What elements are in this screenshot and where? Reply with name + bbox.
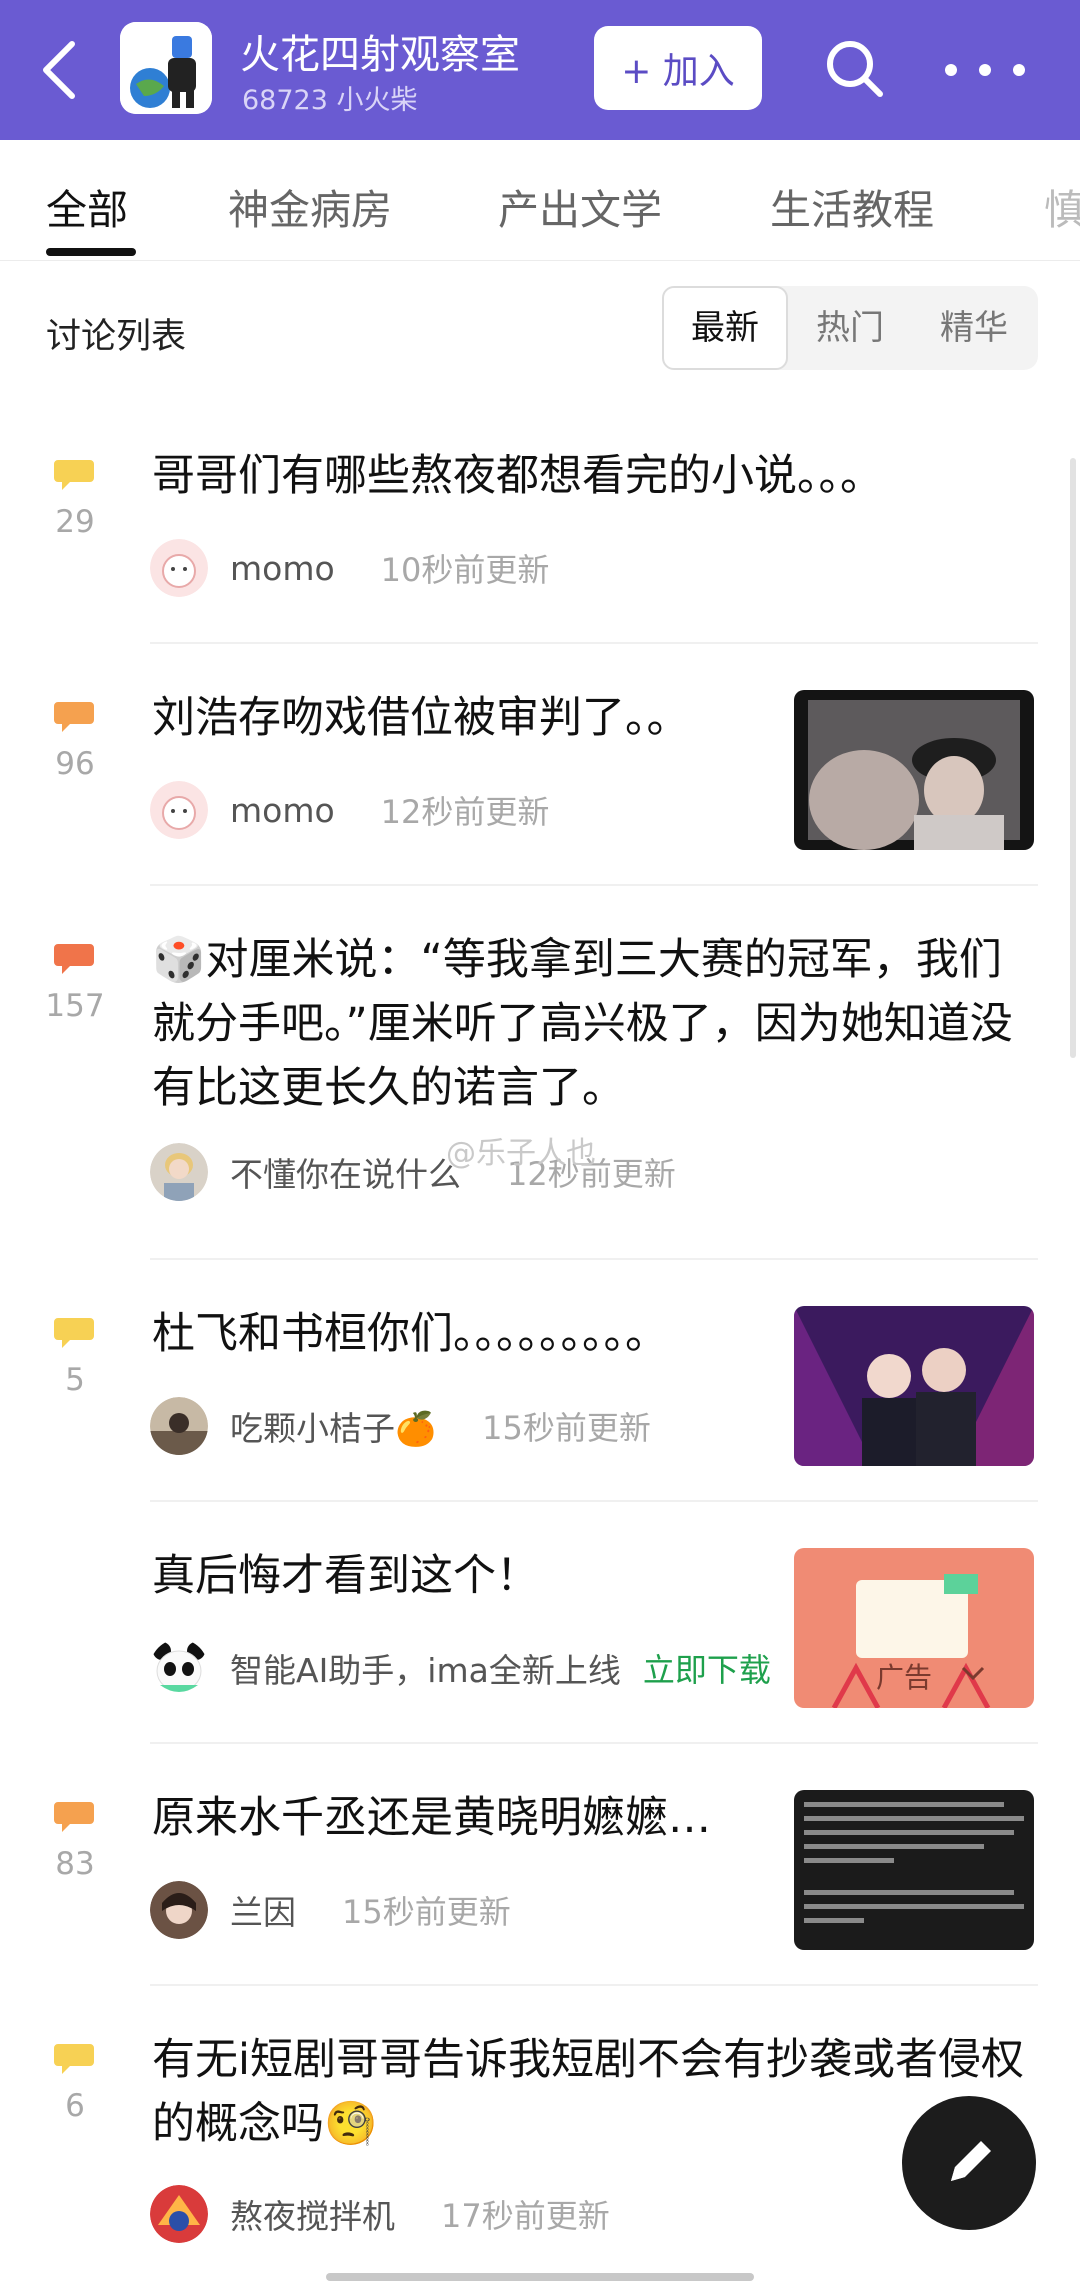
list-title: 讨论列表 (46, 317, 187, 357)
comment-bubble-icon (54, 1800, 94, 1832)
post-title[interactable]: 刘浩存吻戏借位被审判了。。 (152, 686, 762, 750)
comment-count: 29 (55, 504, 95, 540)
comment-bubble-icon (54, 700, 94, 732)
avatar[interactable] (150, 1881, 208, 1939)
tab-more[interactable]: 慎 (1044, 176, 1080, 236)
comment-bubble-icon (54, 942, 94, 974)
post-thumbnail[interactable] (794, 1306, 1034, 1466)
avatar[interactable] (150, 781, 208, 839)
post-meta: momo 12秒前更新 (150, 780, 549, 840)
post-title[interactable]: 哥哥们有哪些熬夜都想看完的小说。。。 (152, 444, 1032, 508)
sort-hot[interactable]: 热门 (788, 286, 912, 370)
comment-bubble-icon (54, 1316, 94, 1348)
comment-count: 157 (45, 988, 105, 1024)
divider (150, 1500, 1038, 1502)
comment-count: 5 (65, 1362, 85, 1398)
compose-button[interactable] (902, 2096, 1036, 2230)
tab-literature[interactable]: 产出文学 (498, 176, 662, 236)
group-title: 火花四射观察室 (240, 32, 520, 78)
join-button[interactable]: + 加入 (594, 26, 762, 110)
post-thumbnail[interactable] (794, 1790, 1034, 1950)
author-name[interactable]: 吃颗小桔子🍊 (230, 1402, 436, 1450)
avatar[interactable] (150, 539, 208, 597)
more-icon (945, 64, 957, 76)
post-item[interactable]: 29 哥哥们有哪些熬夜都想看完的小说。。。 momo 10秒前更新 (0, 440, 1080, 640)
author-name[interactable]: 熬夜搅拌机 (230, 2190, 395, 2238)
post-meta: momo 10秒前更新 (150, 538, 549, 598)
ad-thumbnail[interactable]: 广告 (794, 1548, 1034, 1708)
back-button[interactable] (28, 32, 88, 108)
avatar[interactable] (150, 1397, 208, 1455)
divider (150, 1984, 1038, 1986)
update-time: 12秒前更新 (380, 793, 550, 831)
search-icon (827, 41, 883, 97)
scrollbar[interactable] (1070, 458, 1076, 1058)
divider (150, 884, 1038, 886)
active-tab-indicator (46, 248, 136, 256)
sort-latest[interactable]: 最新 (662, 286, 788, 370)
download-link[interactable]: 立即下载 (643, 1645, 771, 1691)
home-indicator[interactable] (326, 2273, 754, 2281)
update-time: 10秒前更新 (380, 551, 550, 589)
avatar[interactable] (150, 2185, 208, 2243)
tab-life[interactable]: 生活教程 (770, 176, 934, 236)
post-meta: 不懂你在说什么 12秒前更新 (150, 1142, 676, 1202)
post-item[interactable]: 96 刘浩存吻戏借位被审判了。。 momo 12秒前更新 (0, 682, 1080, 882)
divider (150, 642, 1038, 644)
author-name[interactable]: 兰因 (230, 1886, 296, 1934)
comment-count: 83 (55, 1846, 95, 1882)
post-meta: 熬夜搅拌机 17秒前更新 (150, 2184, 610, 2244)
category-tabs: 全部 神金病房 产出文学 生活教程 慎 (0, 140, 1080, 261)
comment-count: 96 (55, 746, 95, 782)
post-meta: 智能AI助手，ima全新上线 立即下载 (150, 1638, 771, 1698)
author-name[interactable]: momo (230, 549, 335, 588)
post-title[interactable]: 真后悔才看到这个！ (152, 1544, 772, 1608)
divider (150, 1742, 1038, 1744)
ad-label[interactable]: 广告 (876, 1656, 932, 1696)
comment-bubble-icon (54, 2042, 94, 2074)
post-item[interactable]: 157 🎲对厘米说：“等我拿到三大赛的冠军，我们就分手吧。”厘米听了高兴极了，因… (0, 924, 1080, 1254)
tab-all[interactable]: 全部 (46, 176, 128, 236)
post-thumbnail[interactable] (794, 690, 1034, 850)
watermark: @乐子人也 (446, 1136, 596, 1171)
author-name[interactable]: 不懂你在说什么 (230, 1148, 461, 1196)
post-item[interactable]: 83 原来水千丞还是黄晓明嬷嬷… 兰因 15秒前更新 (0, 1782, 1080, 1982)
post-meta: 兰因 15秒前更新 (150, 1880, 511, 1940)
member-count: 68723 小火柴 (242, 85, 418, 116)
group-header: 火花四射观察室 68723 小火柴 + 加入 (0, 0, 1080, 140)
update-time: 15秒前更新 (342, 1893, 511, 1931)
panda-avatar (150, 1639, 208, 1697)
comment-bubble-icon (54, 458, 94, 490)
tab-shenjin[interactable]: 神金病房 (228, 176, 392, 236)
post-title[interactable]: 🎲对厘米说：“等我拿到三大赛的冠军，我们就分手吧。”厘米听了高兴极了，因为她知道… (152, 928, 1040, 1120)
pencil-icon (951, 2141, 991, 2181)
back-arrow-icon (43, 41, 75, 99)
chevron-down-icon[interactable] (960, 1664, 986, 1682)
group-avatar[interactable] (120, 22, 212, 114)
ad-source: 智能AI助手，ima全新上线 (230, 1651, 621, 1690)
post-item[interactable]: 5 杜飞和书桓你们。。。。。。。。。 吃颗小桔子🍊 15秒前更新 (0, 1298, 1080, 1498)
sort-switch: 最新 热门 精华 (662, 286, 1038, 370)
post-meta: 吃颗小桔子🍊 15秒前更新 (150, 1396, 651, 1456)
post-title[interactable]: 杜飞和书桓你们。。。。。。。。。 (152, 1302, 772, 1366)
search-button[interactable] (820, 34, 890, 104)
author-name[interactable]: momo (230, 791, 335, 830)
update-time: 15秒前更新 (482, 1409, 651, 1447)
ad-item[interactable]: 真后悔才看到这个！ 智能AI助手，ima全新上线 立即下载 广告 (0, 1540, 1080, 1740)
divider (150, 1258, 1038, 1260)
more-button[interactable] (945, 40, 1025, 100)
sort-featured[interactable]: 精华 (912, 286, 1036, 370)
update-time: 17秒前更新 (441, 2197, 610, 2235)
comment-count: 6 (65, 2088, 85, 2124)
post-title[interactable]: 原来水千丞还是黄晓明嬷嬷… (152, 1786, 772, 1850)
avatar[interactable] (150, 1143, 208, 1201)
